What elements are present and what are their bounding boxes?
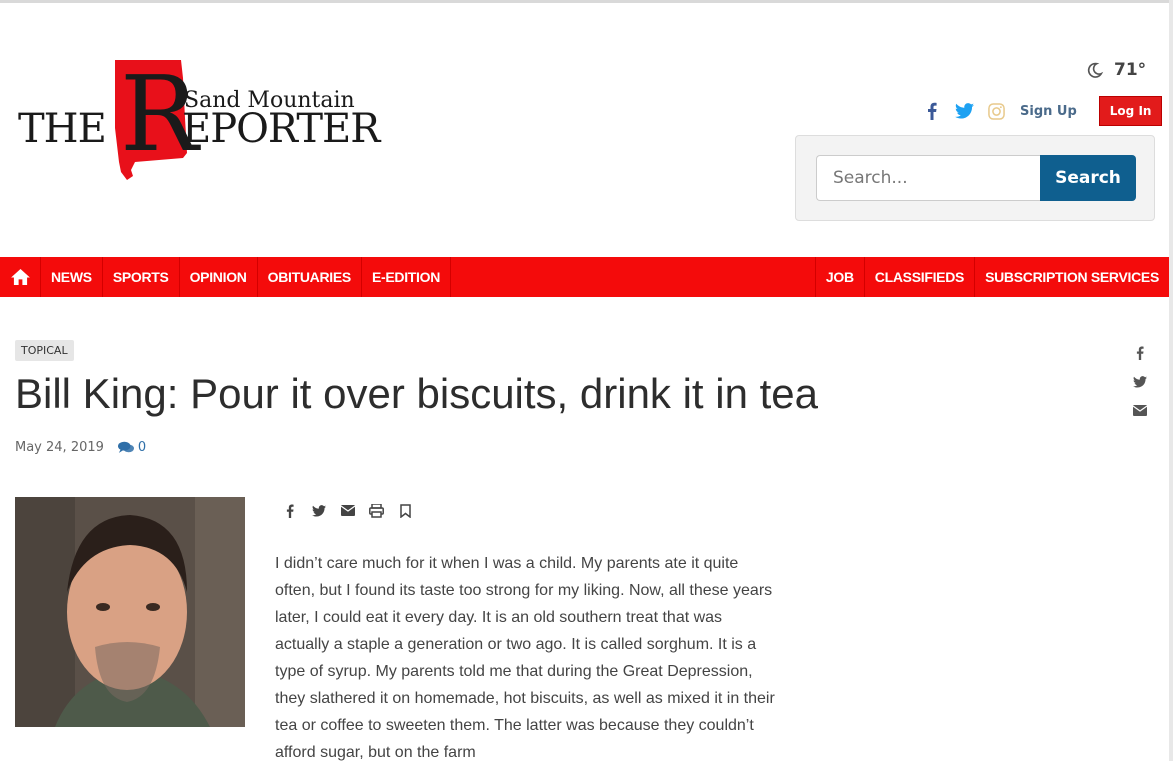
logo-the-text: THE	[18, 106, 107, 152]
tool-print-icon[interactable]	[369, 502, 384, 519]
tool-facebook-icon[interactable]	[282, 502, 297, 519]
sign-up-link[interactable]: Sign Up	[1020, 104, 1077, 119]
nav-classifieds[interactable]: CLASSIFIEDS	[865, 257, 976, 297]
comments-link[interactable]: 0	[117, 440, 147, 455]
author-photo	[15, 497, 245, 727]
search-button[interactable]: Search	[1040, 155, 1136, 201]
tool-email-icon[interactable]	[340, 502, 355, 519]
share-email-icon[interactable]	[1132, 402, 1148, 419]
side-share-bar	[1132, 344, 1148, 419]
nav-sports[interactable]: SPORTS	[103, 257, 180, 297]
site-logo[interactable]: THE R EPORTER Sand Mountain	[16, 58, 386, 193]
article-date: May 24, 2019	[15, 440, 104, 455]
search-input[interactable]	[816, 155, 1044, 201]
weather-temperature: 71°	[1114, 60, 1147, 80]
nav-job[interactable]: JOB	[816, 257, 865, 297]
top-border	[0, 0, 1173, 3]
nav-news[interactable]: NEWS	[41, 257, 103, 297]
logo-sand-mountain-text: Sand Mountain	[184, 88, 355, 113]
nav-subscription-services[interactable]: SUBSCRIPTION SERVICES	[975, 257, 1169, 297]
twitter-icon[interactable]	[954, 101, 974, 121]
nav-spacer	[451, 257, 816, 297]
article-tools	[282, 502, 413, 519]
share-facebook-icon[interactable]	[1132, 344, 1148, 361]
share-twitter-icon[interactable]	[1132, 373, 1148, 390]
comments-icon	[117, 441, 134, 453]
tool-bookmark-icon[interactable]	[398, 502, 413, 519]
tool-twitter-icon[interactable]	[311, 502, 326, 519]
instagram-icon[interactable]	[986, 101, 1006, 121]
nav-e-edition[interactable]: E-EDITION	[362, 257, 452, 297]
nav-obituaries[interactable]: OBITUARIES	[258, 257, 362, 297]
search-panel: Search	[795, 135, 1155, 221]
facebook-icon[interactable]	[922, 101, 942, 121]
moon-icon	[1087, 62, 1104, 78]
log-in-button[interactable]: Log In	[1098, 96, 1163, 126]
topic-tag[interactable]: TOPICAL	[15, 340, 74, 361]
scrollbar-track[interactable]	[1169, 0, 1173, 761]
nav-opinion[interactable]: OPINION	[180, 257, 258, 297]
main-nav: NEWS SPORTS OPINION OBITUARIES E-EDITION…	[0, 257, 1169, 297]
account-bar: Sign Up Log In	[922, 96, 1163, 126]
article-meta: May 24, 2019 0	[15, 440, 146, 455]
home-icon[interactable]	[0, 257, 41, 297]
article-body: I didn’t care much for it when I was a c…	[275, 555, 775, 761]
weather-widget[interactable]: 71°	[1086, 60, 1146, 80]
article-headline: Bill King: Pour it over biscuits, drink …	[15, 370, 819, 417]
comments-count: 0	[137, 440, 147, 455]
